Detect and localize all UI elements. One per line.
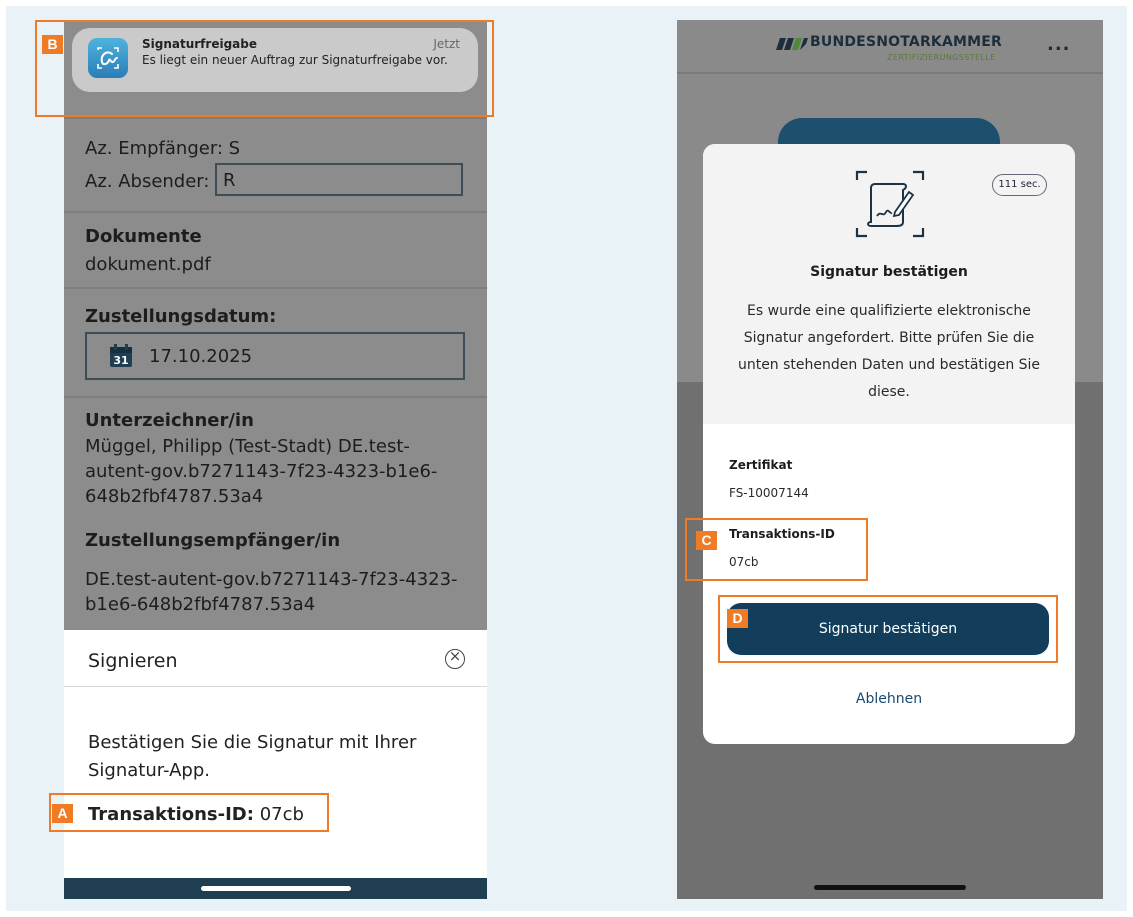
signer-line: autent-gov.b7271143-7f23-4323-b1e6- — [85, 461, 438, 482]
delivery-date-value: 17.10.2025 — [149, 346, 253, 367]
recipient-line: b1e6-648b2fbf4787.53a4 — [85, 594, 316, 615]
close-circle-icon[interactable]: × — [445, 647, 465, 669]
header-divider — [677, 72, 1103, 74]
calendar-day: 31 — [113, 354, 128, 367]
certificate-value: FS-10007144 — [729, 486, 809, 500]
documents-heading: Dokumente — [85, 226, 202, 247]
signer-heading: Unterzeichner/in — [85, 410, 254, 431]
more-menu-icon[interactable]: ... — [1047, 34, 1071, 55]
annotation-label-c: C — [696, 531, 717, 550]
recipient-reference: Az. Empfänger: S — [85, 138, 241, 159]
dialog-description: Es wurde eine qualifizierte elektronisch… — [737, 303, 1041, 400]
sheet-divider — [64, 686, 487, 687]
divider — [64, 211, 487, 213]
signer-line: Müggel, Philipp (Test-Stadt) DE.test- — [85, 436, 410, 457]
annotation-label-a: A — [52, 804, 73, 823]
annotation-label-d: D — [727, 609, 748, 628]
delivery-recipient-heading: Zustellungsempfänger/in — [85, 530, 341, 551]
annotation-box-a — [49, 793, 329, 832]
signature-document-icon — [855, 170, 925, 238]
close-glyph: × — [448, 647, 462, 665]
recipient-line: DE.test-autent-gov.b7271143-7f23-4323- — [85, 569, 458, 590]
delivery-date-heading: Zustellungsdatum: — [85, 306, 277, 327]
sheet-message: Bestätigen Sie die Signatur mit Ihrer Si… — [88, 732, 417, 781]
countdown-timer: 111 sec. — [992, 174, 1047, 196]
annotation-label-b: B — [42, 35, 63, 54]
document-link[interactable]: dokument.pdf — [85, 254, 211, 275]
sender-reference-value: R — [223, 170, 236, 191]
sign-bottom-sheet: Signieren × Bestätigen Sie die Signatur … — [64, 632, 487, 899]
logo-icon — [776, 38, 808, 50]
sender-reference-label: Az. Absender: — [85, 171, 210, 192]
sheet-title: Signieren — [88, 650, 178, 672]
calendar-icon: 31 — [110, 344, 132, 367]
home-indicator[interactable] — [814, 885, 966, 890]
home-indicator[interactable] — [201, 886, 351, 891]
app-header: BUNDESNOTARKAMMER ZERTIFIZIERUNGSSTELLE … — [677, 20, 1103, 72]
divider — [64, 396, 487, 398]
dialog-title: Signatur bestätigen — [810, 264, 968, 280]
signer-line: 648b2fbf4787.53a4 — [85, 486, 264, 507]
sender-reference-field[interactable]: R — [215, 163, 463, 196]
left-phone-screen: Az. Empfänger: S Az. Absender: R Dokumen… — [64, 20, 487, 899]
app-logo-subtitle: ZERTIFIZIERUNGSSTELLE — [887, 53, 996, 62]
certificate-label: Zertifikat — [729, 458, 793, 472]
divider — [64, 117, 487, 119]
annotation-box-d — [718, 595, 1058, 663]
delivery-date-field[interactable]: 31 17.10.2025 — [85, 332, 465, 380]
app-logo-text: BUNDESNOTARKAMMER — [810, 34, 1003, 50]
reject-link[interactable]: Ablehnen — [703, 691, 1075, 707]
annotation-box-b — [35, 20, 494, 117]
right-phone-screen: BUNDESNOTARKAMMER ZERTIFIZIERUNGSSTELLE … — [677, 20, 1103, 899]
divider — [64, 287, 487, 289]
